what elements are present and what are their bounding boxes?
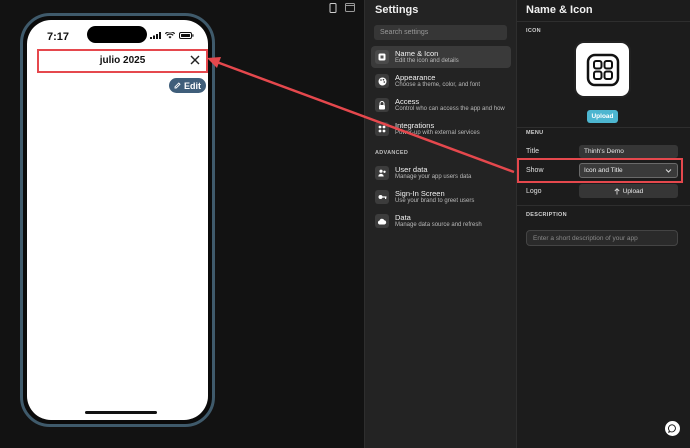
dynamic-island [87, 26, 147, 43]
title-label: Title [526, 148, 539, 155]
title-input[interactable]: Thinh's Demo [579, 145, 678, 158]
lock-icon [375, 98, 389, 112]
cloud-icon [375, 214, 389, 228]
pencil-icon [174, 82, 181, 89]
description-input[interactable]: Enter a short description of your app [526, 230, 678, 246]
chat-button[interactable] [665, 421, 680, 436]
nav-item-appearance[interactable]: Appearance Choose a theme, color, and fo… [371, 70, 511, 92]
grid-icon [375, 122, 389, 136]
phone-screen: 7:17 julio 2025 Edit [27, 20, 208, 420]
phone-view-icon[interactable] [329, 3, 337, 13]
edit-button-label: Edit [184, 80, 201, 91]
nav-desc: Manage your app users data [395, 174, 472, 180]
advanced-heading: ADVANCED [375, 150, 409, 156]
logo-label: Logo [526, 188, 542, 195]
nav-label: Access [395, 97, 420, 106]
settings-search-input[interactable]: Search settings [374, 25, 507, 40]
signal-icon [150, 32, 161, 39]
divider [517, 21, 690, 22]
nav-item-access[interactable]: Access Control who can access the app an… [371, 94, 511, 116]
nav-label: Integrations [395, 121, 435, 130]
upload-arrow-icon [614, 187, 620, 194]
chat-icon [668, 424, 676, 433]
app-header: julio 2025 [37, 49, 208, 73]
properties-title: Name & Icon [526, 4, 593, 16]
logo-upload-button[interactable]: Upload [579, 184, 678, 198]
show-select[interactable]: Icon and Title [579, 163, 678, 178]
nav-item-sign-in[interactable]: Sign-In Screen Use your brand to greet u… [371, 186, 511, 208]
nav-item-integrations[interactable]: Integrations Power-up with external serv… [371, 118, 511, 140]
show-label: Show [526, 167, 544, 174]
nav-label: Appearance [395, 73, 436, 82]
phone-frame: 7:17 julio 2025 Edit [20, 13, 215, 427]
nav-desc: Manage data source and refresh [395, 222, 482, 228]
home-indicator [85, 411, 157, 414]
edit-button[interactable]: Edit [169, 78, 206, 93]
nav-desc: Choose a theme, color, and font [395, 82, 481, 88]
nav-desc: Use your brand to greet users [395, 198, 475, 204]
nav-label: Sign-In Screen [395, 189, 445, 198]
wifi-icon [165, 32, 175, 39]
menu-section-heading: MENU [526, 130, 544, 136]
status-icons [150, 32, 194, 39]
settings-title: Settings [375, 4, 419, 16]
nav-desc: Power-up with external services [395, 130, 480, 136]
description-section-heading: DESCRIPTION [526, 212, 567, 218]
settings-panel: Settings Search settings Name & Icon Edi… [364, 0, 516, 448]
key-icon [375, 190, 389, 204]
nav-label: User data [395, 165, 428, 174]
close-icon[interactable] [188, 53, 202, 67]
tablet-view-icon[interactable] [345, 3, 355, 12]
app-icon [375, 50, 389, 64]
nav-label: Data [395, 213, 411, 222]
show-select-value: Icon and Title [584, 167, 623, 174]
app-icon-preview[interactable] [574, 41, 631, 98]
divider [517, 127, 690, 128]
app-title: julio 2025 [99, 55, 146, 66]
divider [517, 205, 690, 206]
upload-icon-button[interactable]: Upload [587, 110, 618, 123]
nav-desc: Control who can access the app and how [395, 106, 505, 112]
nav-desc: Edit the icon and details [395, 58, 459, 64]
nav-item-name-icon[interactable]: Name & Icon Edit the icon and details [371, 46, 511, 68]
status-time: 7:17 [47, 31, 70, 43]
chevron-down-icon [665, 169, 672, 173]
properties-panel: Name & Icon ICON Upload MENU Title Thinh… [516, 0, 690, 448]
users-icon [375, 166, 389, 180]
logo-upload-label: Upload [622, 187, 644, 195]
battery-icon [179, 32, 194, 39]
canvas-area: 7:17 julio 2025 Edit [0, 0, 364, 448]
grid-app-icon [586, 53, 619, 86]
icon-section-heading: ICON [526, 28, 541, 34]
nav-item-user-data[interactable]: User data Manage your app users data [371, 162, 511, 184]
nav-item-data[interactable]: Data Manage data source and refresh [371, 210, 511, 232]
palette-icon [375, 74, 389, 88]
nav-label: Name & Icon [395, 49, 439, 58]
